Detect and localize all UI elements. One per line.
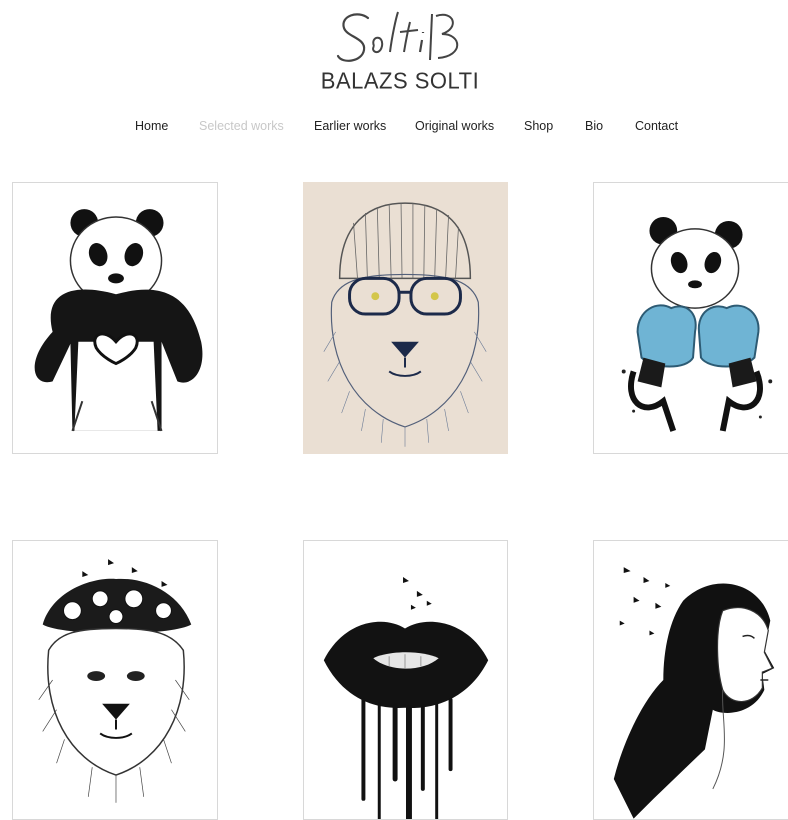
artist-name: BALAZS SOLTI [320, 67, 480, 94]
nav-selected-works[interactable]: Selected works [199, 119, 284, 133]
lion-flower-crown-artwork-icon [38, 559, 192, 803]
nav-shop[interactable]: Shop [524, 119, 553, 133]
nav-bio[interactable]: Bio [585, 119, 603, 133]
lion-glasses-beanie-artwork-icon [304, 183, 507, 453]
site-logo[interactable] [0, 6, 788, 70]
nav-original-works[interactable]: Original works [415, 119, 494, 133]
nav-earlier-works[interactable]: Earlier works [314, 119, 386, 133]
artwork-tile-lion-flowers[interactable] [12, 540, 218, 820]
main-nav: Home Selected works Earlier works Origin… [0, 119, 788, 139]
woman-profile-birds-artwork-icon [613, 567, 775, 819]
dripping-lips-artwork-icon [323, 577, 489, 819]
artwork-tile-panda-heart[interactable] [12, 182, 218, 454]
panda-boxing-gloves-artwork-icon [621, 216, 773, 432]
artwork-tile-panda-boxing[interactable] [593, 182, 788, 454]
signature-logo-icon [336, 11, 459, 62]
artwork-tile-lips[interactable] [303, 540, 508, 820]
artwork-tile-woman-profile[interactable] [593, 540, 788, 820]
nav-contact[interactable]: Contact [635, 119, 678, 133]
artwork-tile-lion-glasses[interactable] [303, 182, 508, 454]
nav-home[interactable]: Home [135, 119, 168, 133]
panda-heart-artwork-icon [34, 209, 203, 432]
